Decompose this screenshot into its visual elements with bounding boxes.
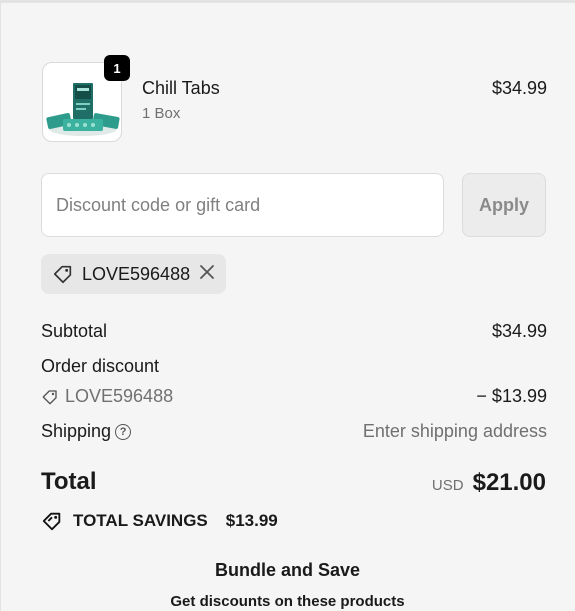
total-price: USD $21.00 <box>432 469 546 497</box>
currency-code: USD <box>431 477 464 494</box>
tag-icon <box>53 265 72 284</box>
subtotal-value: $34.99 <box>491 321 547 341</box>
total-amount: $21.00 <box>472 469 546 496</box>
apply-discount-button[interactable]: Apply <box>462 173 546 237</box>
tag-icon <box>42 512 61 531</box>
order-discount-label: Order discount <box>41 356 160 376</box>
product-price: $34.99 <box>491 78 547 98</box>
cart-line-item: 1 Chill Tabs 1 Box $34.99 <box>42 55 547 142</box>
help-icon[interactable]: ? <box>115 424 132 440</box>
discount-amount: − $13.99 <box>476 386 547 406</box>
savings-label: TOTAL SAVINGS <box>73 511 208 530</box>
bundle-heading: Bundle and Save <box>214 560 361 580</box>
subtotal-label: Subtotal <box>41 321 108 341</box>
applied-discount-code: LOVE596488 <box>82 263 191 284</box>
bundle-subheading: Get discounts on these products <box>170 593 405 610</box>
applied-discount-chip: LOVE596488 <box>41 254 226 294</box>
product-title: Chill Tabs <box>142 78 220 98</box>
subtotal-row: Subtotal $34.99 <box>41 321 547 342</box>
tag-icon <box>42 389 57 404</box>
total-savings: TOTAL SAVINGS $13.99 <box>41 510 278 532</box>
top-divider <box>0 0 575 3</box>
discount-code-label: LOVE596488 <box>65 386 174 406</box>
shipping-label: Shipping <box>41 421 112 441</box>
remove-discount-button[interactable] <box>199 264 215 284</box>
quantity-badge: 1 <box>104 55 130 81</box>
shipping-row: Shipping? Enter shipping address <box>41 421 547 442</box>
order-discount-row: Order discount <box>41 356 547 377</box>
close-icon <box>200 265 214 279</box>
product-variant: 1 Box <box>142 105 181 122</box>
total-label: Total <box>41 468 97 495</box>
shipping-value: Enter shipping address <box>362 421 547 441</box>
savings-amount: $13.99 <box>225 511 278 530</box>
discount-code-row: LOVE596488 − $13.99 <box>41 386 547 411</box>
discount-code-input[interactable] <box>41 173 444 237</box>
left-divider <box>0 0 1 611</box>
